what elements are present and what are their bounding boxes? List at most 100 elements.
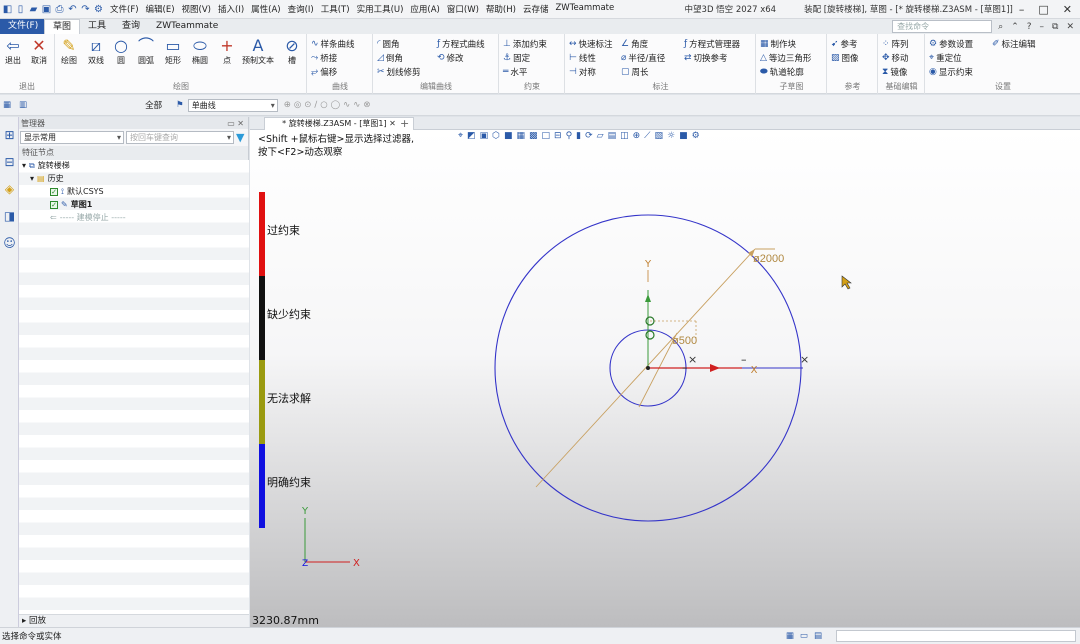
open-file-icon[interactable]: ▰: [28, 4, 39, 15]
menu-tools[interactable]: 工具(T): [321, 3, 350, 15]
bridge-button[interactable]: ⤳ 桥接: [311, 52, 337, 64]
funnel-icon[interactable]: ▼: [236, 131, 244, 144]
ellipse-button[interactable]: ⬭ 椭圆: [189, 37, 211, 66]
double-line-button[interactable]: ⧄ 双线: [85, 37, 107, 66]
playback-row[interactable]: ▸ 回放: [19, 614, 249, 627]
linear-button[interactable]: ⊢ 线性: [569, 52, 596, 64]
outer-dimension-text[interactable]: ø2000: [753, 253, 784, 265]
tree-item-stop[interactable]: ⇐ ----- 建模停止 -----: [50, 212, 126, 223]
endpoint-marker-icon[interactable]: ×: [688, 353, 697, 366]
save-icon[interactable]: ▣: [41, 4, 52, 15]
menu-query[interactable]: 查询(I): [288, 3, 314, 15]
menu-edit[interactable]: 编辑(E): [146, 3, 175, 15]
history-manager-icon[interactable]: ⊞: [1, 127, 18, 144]
tab-file[interactable]: 文件(F): [0, 19, 44, 34]
horizontal-button[interactable]: ═ 水平: [503, 66, 527, 78]
slot-button[interactable]: ⊘ 槽: [281, 37, 303, 66]
new-file-icon[interactable]: ▯: [15, 4, 26, 15]
horizontal-constraint-icon-2[interactable]: –: [741, 353, 747, 366]
chart-icon[interactable]: ▥: [19, 100, 27, 110]
menu-insert[interactable]: 插入(I): [218, 3, 244, 15]
new-tab-icon[interactable]: +: [400, 117, 409, 130]
rectangle-button[interactable]: ▭ 矩形: [162, 37, 184, 66]
menu-apps[interactable]: 应用(A): [410, 3, 439, 15]
ribbon-close-icon[interactable]: ✕: [1066, 22, 1074, 32]
add-constraint-button[interactable]: ⊥ 添加约束: [503, 38, 547, 50]
show-constraint-button[interactable]: ◉ 显示约束: [929, 66, 973, 78]
preset-text-button[interactable]: A 预制文本: [242, 37, 274, 66]
redo-icon[interactable]: ↷: [80, 4, 91, 15]
user-icon[interactable]: ☺: [1, 235, 18, 252]
ribbon-min-icon[interactable]: –: [1040, 22, 1045, 32]
relocate-button[interactable]: ⌖ 重定位: [929, 52, 962, 64]
maximize-icon[interactable]: □: [1038, 3, 1048, 16]
menu-help[interactable]: 帮助(H): [486, 3, 516, 15]
spline-button[interactable]: ∿ 样条曲线: [311, 38, 355, 50]
visibility-checkbox[interactable]: ✓: [50, 200, 58, 209]
curve-type-select[interactable]: 单曲线: [187, 98, 278, 112]
arc-button[interactable]: ⌒ 圆弧: [135, 37, 157, 66]
track-profile-button[interactable]: ⬬ 轨道轮廓: [760, 66, 804, 78]
tree-search-input[interactable]: 按回车键查询: [126, 131, 234, 144]
tab-query[interactable]: 查询: [114, 19, 148, 34]
tab-tools[interactable]: 工具: [80, 19, 114, 34]
ribbon-restore-icon[interactable]: ⧉: [1052, 22, 1058, 32]
expand-icon[interactable]: ▾: [30, 174, 34, 183]
close-icon[interactable]: ✕: [1063, 3, 1072, 16]
move-button[interactable]: ✥ 移动: [882, 52, 909, 64]
param-settings-button[interactable]: ⚙ 参数设置: [929, 38, 973, 50]
tree-item-sketch[interactable]: ✓ ✎ 草图1: [50, 199, 92, 210]
print-icon[interactable]: ⎙: [54, 4, 65, 15]
offset-button[interactable]: ⥂ 偏移: [311, 66, 337, 78]
filter-icon[interactable]: ⚑: [176, 100, 184, 110]
toggle-reference-button[interactable]: ⇄ 切换参考: [684, 52, 728, 64]
origin-point[interactable]: [646, 366, 650, 370]
equation-curve-button[interactable]: ƒ 方程式曲线: [437, 38, 485, 50]
trim-button[interactable]: ✂ 划线修剪: [377, 66, 421, 78]
menu-cloud[interactable]: 云存储: [523, 3, 549, 15]
menu-attribute[interactable]: 属性(A): [251, 3, 280, 15]
symmetric-button[interactable]: ⊣ 对称: [569, 66, 596, 78]
concentric-constraint-icon-2[interactable]: [645, 330, 655, 340]
sketch-viewport[interactable]: <Shift +鼠标右键>显示选择过滤器, 按下<F2>动态观察 ⌖ ◩ ▣ ⬡…: [250, 130, 1080, 627]
endpoint-marker-icon-2[interactable]: ×: [800, 353, 809, 366]
equation-manager-button[interactable]: ƒ 方程式管理器: [684, 38, 740, 50]
panel-close-icon[interactable]: ▭ ✕: [227, 119, 244, 128]
layout-icon[interactable]: ▦: [3, 100, 11, 110]
tab-teammate[interactable]: ZWTeammate: [148, 19, 226, 34]
angle-button[interactable]: ∠ 角度: [621, 38, 648, 50]
view-mode-icons[interactable]: ▦▭▤: [786, 631, 828, 641]
help-icon[interactable]: ?: [1027, 22, 1032, 32]
radius-diameter-button[interactable]: ⌀ 半径/直径: [621, 52, 665, 64]
quick-dimension-button[interactable]: ↔ 快速标注: [569, 38, 613, 50]
reference-button[interactable]: ➹ 参考: [831, 38, 858, 50]
document-tab[interactable]: * 旋转楼梯.Z3ASM - [草图1] ✕: [264, 117, 414, 130]
tree-item-history[interactable]: ▾ ▤ 历史: [30, 173, 64, 184]
fix-button[interactable]: ⚓ 固定: [503, 52, 530, 64]
make-block-button[interactable]: ▦ 制作块: [760, 38, 796, 50]
search-icon[interactable]: ⌕: [998, 22, 1003, 32]
cancel-button[interactable]: ✕ 取消: [28, 37, 50, 66]
minimize-icon[interactable]: –: [1019, 3, 1025, 16]
menu-teammate[interactable]: ZWTeammate: [555, 3, 614, 15]
array-button[interactable]: ⁘ 阵列: [882, 38, 909, 50]
menu-utilities[interactable]: 实用工具(U): [357, 3, 404, 15]
command-search-input[interactable]: 查找命令: [892, 20, 993, 33]
point-button[interactable]: + 点: [216, 37, 238, 66]
circle-button[interactable]: ○ 圆: [110, 37, 132, 66]
tree-item-csys[interactable]: ✓ ⟟ 默认CSYS: [50, 186, 104, 197]
command-input[interactable]: [836, 630, 1076, 642]
undo-icon[interactable]: ↶: [67, 4, 78, 15]
triangle-button[interactable]: △ 等边三角形: [760, 52, 811, 64]
exit-button[interactable]: ⇦ 退出: [2, 37, 24, 66]
fillet-button[interactable]: ◜ 圆角: [377, 38, 400, 50]
mirror-button[interactable]: ⧗ 镜像: [882, 66, 907, 78]
image-button[interactable]: ▨ 图像: [831, 52, 859, 64]
inner-dimension-text[interactable]: ø500: [672, 335, 697, 347]
part-icon[interactable]: ◈: [1, 181, 18, 198]
menu-file[interactable]: 文件(F): [110, 3, 139, 15]
snap-tools-icon[interactable]: ⊕◎⊙∕○◯∿∿⊗: [284, 100, 374, 110]
filter-all-label[interactable]: 全部: [145, 99, 162, 111]
modify-button[interactable]: ⟲ 修改: [437, 52, 464, 64]
chamfer-button[interactable]: ◿ 倒角: [377, 52, 403, 64]
